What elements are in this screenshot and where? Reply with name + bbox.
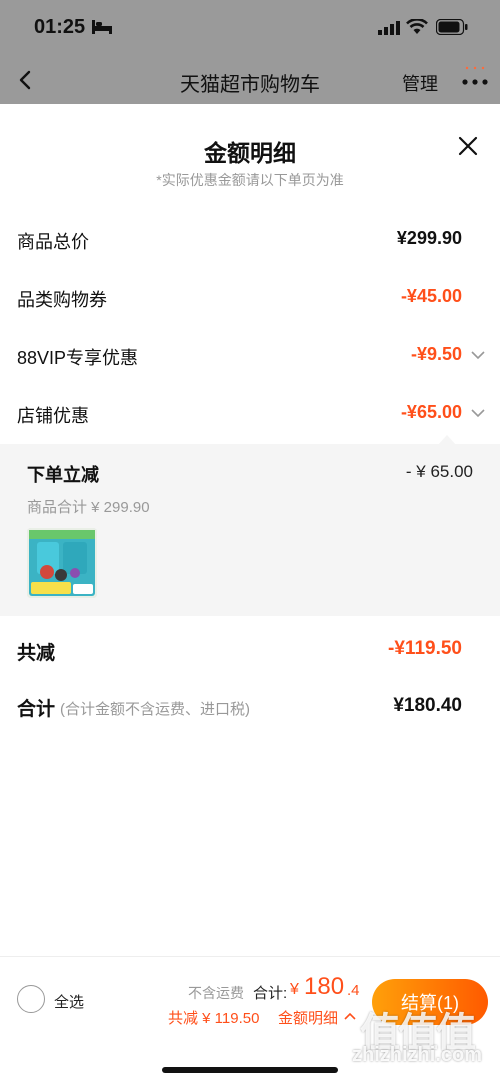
watermark-text: zhizhizhi.com — [352, 1044, 482, 1066]
subtotal-label: 合计: — [253, 985, 288, 1002]
amount-detail-link[interactable]: 金额明细 — [278, 1007, 338, 1028]
watermark-logo: 值值值 zhizhizhi.com — [352, 992, 500, 1082]
home-indicator — [162, 1067, 338, 1073]
select-all-label[interactable]: 全选 — [54, 991, 84, 1012]
status-time: 01:25 — [34, 16, 86, 38]
chevron-down-icon[interactable] — [470, 348, 486, 362]
row-label: 商品总价 — [17, 232, 89, 252]
total-reduction-value: -¥119.50 — [388, 638, 462, 659]
sum-value: ¥180.40 — [393, 695, 462, 716]
sum-label: 合计 — [17, 699, 56, 720]
row-value: ¥299.90 — [396, 228, 462, 248]
row-label: 店铺优惠 — [17, 406, 89, 426]
row-value: -¥9.50 — [410, 344, 462, 364]
total-reduction-row: 共减 -¥119.50 — [0, 620, 500, 678]
select-all-checkbox[interactable] — [17, 985, 45, 1013]
row-value: -¥65.00 — [400, 402, 462, 422]
row-value: -¥45.00 — [400, 286, 462, 306]
shipping-note: 不含运费 — [188, 985, 244, 1001]
amount-detail-sheet: 金额明细 *实际优惠金额请以下单页为准 商品总价 ¥299.90 品类购物券 -… — [0, 104, 500, 1082]
detail-title: 下单立减 — [27, 465, 99, 485]
sheet-title: 金额明细 — [204, 140, 296, 166]
sum-row: 合计 (合计金额不含运费、进口税) ¥180.40 — [0, 678, 500, 736]
sheet-subtitle: *实际优惠金额请以下单页为准 — [156, 172, 344, 188]
row-label: 88VIP专享优惠 — [17, 348, 139, 368]
total-reduction-summary: 共减 ¥ 119.50 — [168, 1010, 260, 1027]
row-88vip-discount[interactable]: 88VIP专享优惠 -¥9.50 — [0, 326, 500, 384]
subtotal-value: 180 — [304, 973, 345, 1000]
total-reduction-label: 共减 — [17, 643, 56, 664]
manage-button[interactable]: 管理 — [402, 70, 438, 96]
close-icon[interactable] — [456, 134, 480, 158]
bed-icon — [92, 20, 112, 34]
detail-value: - ¥ 65.00 — [405, 462, 473, 481]
more-options-icon[interactable] — [460, 64, 490, 94]
row-label: 品类购物券 — [17, 290, 107, 310]
product-thumbnail[interactable] — [27, 528, 97, 598]
chevron-down-icon[interactable] — [470, 406, 486, 420]
detail-subtotal: 商品合计 ¥ 299.90 — [27, 499, 150, 516]
row-category-coupon: 品类购物券 -¥45.00 — [0, 268, 500, 326]
row-goods-total: 商品总价 ¥299.90 — [0, 210, 500, 268]
subtotal-currency: ¥ — [290, 981, 299, 998]
sum-note: (合计金额不含运费、进口税) — [60, 701, 250, 718]
navigation-bar: 天猫超市购物车 管理 — [0, 56, 500, 104]
store-discount-detail: 下单立减 - ¥ 65.00 商品合计 ¥ 299.90 — [0, 435, 500, 616]
signal-icon — [378, 21, 400, 35]
row-store-discount[interactable]: 店铺优惠 -¥65.00 — [0, 384, 500, 442]
battery-icon — [436, 19, 468, 35]
panel-pointer — [438, 435, 456, 445]
wifi-icon — [406, 19, 428, 34]
status-bar: 01:25 — [0, 0, 500, 56]
